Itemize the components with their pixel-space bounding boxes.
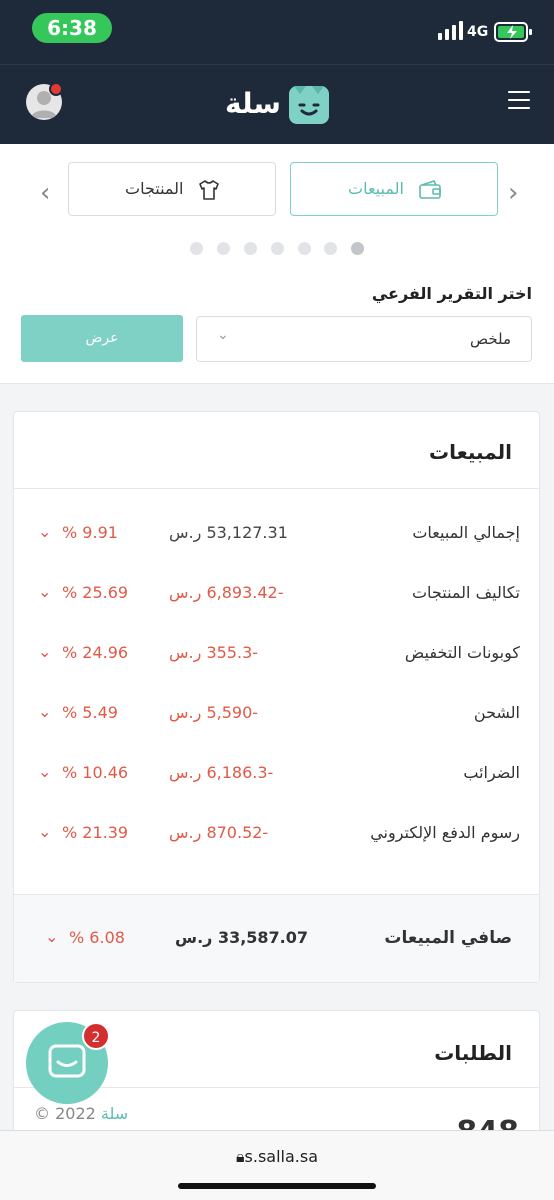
chevron-right-icon[interactable]: ›	[508, 178, 518, 208]
row-value: -5,590 ر.س	[169, 703, 259, 722]
carousel-dot[interactable]	[324, 242, 337, 255]
chevron-down-icon: ⌄	[38, 762, 52, 781]
brand-name: سلة	[225, 87, 281, 120]
chevron-down-icon: ⌄	[38, 702, 52, 721]
row-percent: 10.46 %	[62, 763, 129, 782]
row-value: -355.3 ر.س	[169, 643, 259, 662]
browser-url-bar[interactable]: 🔒︎s.salla.sa	[0, 1130, 554, 1200]
row-percent: 21.39 %	[62, 823, 129, 842]
chevron-down-icon: ⌄	[217, 327, 229, 343]
signal-icon	[438, 21, 463, 40]
chat-badge: 2	[82, 1022, 110, 1050]
subreport-select[interactable]: ملخص ⌄	[196, 316, 532, 362]
battery-icon	[494, 22, 532, 42]
footer-copyright: © 2022 سلة	[34, 1104, 128, 1123]
row-percent: 25.69 %	[62, 583, 129, 602]
subreport-label: اختر التقرير الفرعي	[371, 284, 532, 303]
carousel-dots	[188, 242, 368, 256]
sales-title: المبيعات	[429, 440, 512, 464]
status-bar: 6:38 4G	[0, 0, 554, 64]
row-percent: 9.91 %	[62, 523, 118, 542]
notification-dot	[49, 82, 63, 96]
carousel-dot[interactable]	[298, 242, 311, 255]
chevron-down-icon: ⌄	[38, 582, 52, 601]
row-label: الشحن	[473, 703, 520, 722]
row-percent: 24.96 %	[62, 643, 129, 662]
row-value: -6,186.3 ر.س	[169, 763, 274, 782]
net-sales-percent: 6.08 %	[69, 928, 125, 947]
menu-icon[interactable]	[508, 91, 530, 109]
tab-label: المنتجات	[125, 179, 184, 198]
sales-row: إجمالي المبيعات 53,127.31 ر.س 9.91 % ⌄	[14, 519, 539, 549]
app-header: سلة	[0, 64, 554, 144]
row-value: -870.52 ر.س	[169, 823, 269, 842]
row-label: إجمالي المبيعات	[412, 523, 520, 542]
sales-row: الشحن -5,590 ر.س 5.49 % ⌄	[14, 699, 539, 729]
carousel-dot-active[interactable]	[351, 242, 364, 255]
row-label: الضرائب	[463, 763, 520, 782]
footer-brand-link[interactable]: سلة	[101, 1104, 128, 1123]
tab-products[interactable]: المنتجات	[68, 162, 276, 216]
sales-card: المبيعات إجمالي المبيعات 53,127.31 ر.س 9…	[13, 411, 540, 983]
row-percent: 5.49 %	[62, 703, 118, 722]
carousel-dot[interactable]	[271, 242, 284, 255]
chevron-left-icon[interactable]: ‹	[40, 178, 50, 208]
url-text: 🔒︎s.salla.sa	[236, 1147, 318, 1166]
sales-row: تكاليف المنتجات -6,893.42 ر.س 25.69 % ⌄	[14, 579, 539, 609]
sales-row: كوبونات التخفيض -355.3 ر.س 24.96 % ⌄	[14, 639, 539, 669]
report-selector-card: ‹ › المنتجات المبيعات اختر التقرير الفرع…	[0, 144, 554, 384]
net-sales-label: صافي المبيعات	[384, 928, 512, 948]
row-value: 53,127.31 ر.س	[169, 523, 288, 542]
chevron-down-icon: ⌄	[38, 522, 52, 541]
orders-title: الطلبات	[434, 1041, 512, 1065]
divider	[14, 488, 539, 489]
row-label: تكاليف المنتجات	[411, 583, 520, 602]
show-button[interactable]: عرض	[21, 315, 183, 362]
row-value: -6,893.42 ر.س	[169, 583, 284, 602]
carousel-dot[interactable]	[217, 242, 230, 255]
shirt-icon	[199, 180, 219, 200]
status-time: 6:38	[32, 13, 112, 43]
wallet-icon	[419, 180, 441, 199]
sales-row: رسوم الدفع الإلكتروني -870.52 ر.س 21.39 …	[14, 819, 539, 849]
tab-label: المبيعات	[348, 179, 404, 198]
chevron-down-icon: ⌄	[38, 822, 52, 841]
row-label: رسوم الدفع الإلكتروني	[370, 823, 520, 842]
carousel-dot[interactable]	[244, 242, 257, 255]
carousel-dot[interactable]	[190, 242, 203, 255]
row-label: كوبونات التخفيض	[404, 643, 520, 662]
chevron-down-icon: ⌄	[38, 642, 52, 661]
salla-logo-icon	[289, 86, 329, 124]
footer-year: © 2022	[34, 1104, 96, 1123]
tab-sales[interactable]: المبيعات	[290, 162, 498, 216]
lock-icon: 🔒︎	[236, 1147, 245, 1166]
sales-row: الضرائب -6,186.3 ر.س 10.46 % ⌄	[14, 759, 539, 789]
net-sales-row: صافي المبيعات 33,587.07 ر.س 6.08 % ⌄	[14, 894, 539, 982]
network-type: 4G	[467, 24, 489, 40]
chevron-down-icon: ⌄	[45, 927, 59, 946]
net-sales-value: 33,587.07 ر.س	[175, 928, 309, 947]
select-value: ملخص	[469, 330, 511, 348]
home-indicator[interactable]	[178, 1183, 376, 1189]
